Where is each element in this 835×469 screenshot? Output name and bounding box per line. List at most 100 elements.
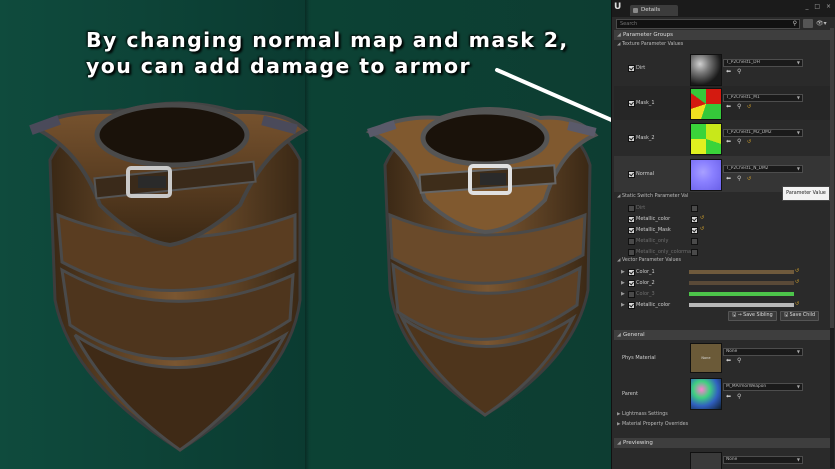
browse-search-icon[interactable]: ⚲ bbox=[737, 358, 741, 364]
reset-to-default-icon[interactable]: ↺ bbox=[795, 268, 799, 274]
param-enable-checkbox[interactable] bbox=[628, 302, 635, 309]
details-panel: U Details _ □ × ⚲ 👁▾ ◢Parameter Groups ◢… bbox=[611, 0, 835, 469]
switch-row: Metallic_only_colormap bbox=[614, 247, 834, 257]
texture-thumbnail[interactable] bbox=[690, 159, 722, 191]
texture-asset-dropdown[interactable]: T_P2Chest1_M2_DM2 ▼ bbox=[723, 129, 803, 137]
browse-search-icon[interactable]: ⚲ bbox=[737, 176, 741, 182]
save-child-button[interactable]: 🖫 Save Child bbox=[780, 311, 820, 321]
save-sibling-button[interactable]: 🖫 → Save Sibling bbox=[728, 311, 777, 321]
reset-to-default-icon[interactable]: ↺ bbox=[700, 226, 704, 232]
subsection-material-overrides[interactable]: ▶ Material Property Overrides bbox=[614, 421, 834, 429]
param-enable-checkbox[interactable] bbox=[628, 269, 635, 276]
eye-visibility-icon[interactable]: 👁▾ bbox=[816, 19, 832, 28]
switch-row: Dirt bbox=[614, 203, 834, 213]
section-parameter-groups[interactable]: ◢ Parameter Groups bbox=[614, 30, 834, 40]
color-swatch[interactable] bbox=[689, 281, 794, 285]
param-label: Phys Material bbox=[622, 355, 656, 361]
parent-material-thumbnail[interactable] bbox=[690, 378, 722, 410]
texture-row-dirt: Dirt T_P2Chest1_DH ▼ ⬅ ⚲ bbox=[614, 52, 834, 86]
param-enable-checkbox[interactable] bbox=[628, 65, 635, 72]
reset-to-default-icon[interactable]: ↺ bbox=[747, 139, 751, 145]
button-label: Save Sibling bbox=[743, 313, 773, 318]
search-field[interactable]: ⚲ bbox=[616, 19, 800, 29]
vector-row: ▶ Color_3 bbox=[614, 289, 834, 299]
expand-arrow-icon[interactable]: ▶ bbox=[621, 302, 625, 308]
reset-to-default-icon[interactable]: ↺ bbox=[795, 301, 799, 307]
switch-value-checkbox[interactable] bbox=[691, 205, 698, 212]
param-label: Color_3 bbox=[636, 291, 655, 297]
section-general[interactable]: ◢ General bbox=[614, 330, 834, 340]
reset-to-default-icon[interactable]: ↺ bbox=[747, 104, 751, 110]
subsection-lightmass[interactable]: ▶ Lightmass Settings bbox=[614, 411, 834, 419]
param-enable-checkbox[interactable] bbox=[628, 171, 635, 178]
tab-details[interactable]: Details bbox=[630, 5, 678, 16]
texture-thumbnail[interactable] bbox=[690, 54, 722, 86]
reset-to-default-icon[interactable]: ↺ bbox=[795, 279, 799, 285]
switch-value-checkbox[interactable] bbox=[691, 249, 698, 256]
texture-row-mask-1: Mask_1 T_P2Chest1_M1 ▼ ⬅ ⚲ ↺ bbox=[614, 86, 834, 120]
panel-scrollbar[interactable] bbox=[830, 28, 834, 468]
texture-asset-dropdown[interactable]: T_P2Chest1_DH ▼ bbox=[723, 59, 803, 67]
expand-arrow-icon[interactable]: ▶ bbox=[621, 269, 625, 275]
use-selected-arrow-icon[interactable]: ⬅ bbox=[726, 358, 731, 364]
param-label: Metallic_only bbox=[636, 238, 669, 244]
param-enable-checkbox[interactable] bbox=[628, 205, 635, 212]
browse-search-icon[interactable]: ⚲ bbox=[737, 394, 741, 400]
section-previewing[interactable]: ◢ Previewing bbox=[614, 438, 834, 448]
texture-thumbnail[interactable] bbox=[690, 123, 722, 155]
details-tab-icon bbox=[633, 8, 638, 13]
preview-mesh-dropdown[interactable]: None ▼ bbox=[723, 456, 803, 464]
texture-asset-dropdown[interactable]: T_P2Chest1_M1 ▼ bbox=[723, 94, 803, 102]
color-swatch[interactable] bbox=[689, 270, 794, 274]
param-enable-checkbox[interactable] bbox=[628, 280, 635, 287]
parameter-value-tooltip: Parameter Value bbox=[782, 186, 830, 201]
reset-to-default-icon[interactable]: ↺ bbox=[700, 215, 704, 221]
dropdown-arrow-icon: ▼ bbox=[796, 349, 800, 354]
texture-thumbnail[interactable] bbox=[690, 88, 722, 120]
scrollbar-thumb[interactable] bbox=[830, 28, 834, 328]
expand-arrow-icon[interactable]: ▶ bbox=[621, 291, 625, 297]
window-controls[interactable]: _ □ × bbox=[805, 3, 833, 10]
use-selected-arrow-icon[interactable]: ⬅ bbox=[726, 104, 731, 110]
search-icon[interactable]: ⚲ bbox=[793, 20, 797, 27]
switch-value-checkbox[interactable] bbox=[691, 216, 698, 223]
param-enable-checkbox[interactable] bbox=[628, 238, 635, 245]
use-selected-arrow-icon[interactable]: ⬅ bbox=[726, 176, 731, 182]
switch-value-checkbox[interactable] bbox=[691, 238, 698, 245]
switch-row: Metallic_color ↺ bbox=[614, 214, 834, 224]
browse-search-icon[interactable]: ⚲ bbox=[737, 104, 741, 110]
preview-thumbnail[interactable] bbox=[690, 452, 722, 469]
browse-search-icon[interactable]: ⚲ bbox=[737, 139, 741, 145]
param-label: Metallic_Mask bbox=[636, 227, 671, 233]
phys-material-thumbnail[interactable]: None bbox=[690, 343, 722, 373]
subsection-title: Vector Parameter Values bbox=[622, 258, 681, 263]
switch-value-checkbox[interactable] bbox=[691, 227, 698, 234]
param-enable-checkbox[interactable] bbox=[628, 135, 635, 142]
subsection-vector-params[interactable]: ◢ Vector Parameter Values bbox=[614, 257, 834, 265]
subsection-texture-params[interactable]: ◢ Texture Parameter Values bbox=[614, 41, 834, 49]
parent-material-dropdown[interactable]: M_MArmorWeapon ▼ bbox=[723, 383, 803, 391]
param-enable-checkbox[interactable] bbox=[628, 100, 635, 107]
button-label: Save Child bbox=[789, 313, 816, 318]
use-selected-arrow-icon[interactable]: ⬅ bbox=[726, 139, 731, 145]
param-enable-checkbox[interactable] bbox=[628, 227, 635, 234]
subsection-title: Lightmass Settings bbox=[622, 412, 668, 417]
param-enable-checkbox[interactable] bbox=[628, 216, 635, 223]
dropdown-arrow-icon: ▼ bbox=[796, 130, 800, 135]
param-enable-checkbox[interactable] bbox=[628, 249, 635, 256]
param-enable-checkbox[interactable] bbox=[628, 291, 635, 298]
search-input[interactable] bbox=[617, 20, 770, 28]
use-selected-arrow-icon[interactable]: ⬅ bbox=[726, 394, 731, 400]
parent-row: Parent M_MArmorWeapon ▼ ⬅ ⚲ bbox=[614, 377, 834, 411]
dropdown-value: T_P2Chest1_DH bbox=[726, 60, 760, 65]
texture-asset-dropdown[interactable]: T_P2Chest1_N_DM2 ▼ bbox=[723, 165, 803, 173]
color-swatch[interactable] bbox=[689, 292, 794, 296]
color-swatch[interactable] bbox=[689, 303, 794, 307]
browse-search-icon[interactable]: ⚲ bbox=[737, 69, 741, 75]
phys-material-dropdown[interactable]: None ▼ bbox=[723, 348, 803, 356]
reset-to-default-icon[interactable]: ↺ bbox=[747, 176, 751, 182]
use-selected-arrow-icon[interactable]: ⬅ bbox=[726, 69, 731, 75]
view-options-grid-icon[interactable] bbox=[803, 19, 813, 28]
expand-arrow-icon[interactable]: ▶ bbox=[621, 280, 625, 286]
dropdown-arrow-icon: ▼ bbox=[796, 457, 800, 462]
